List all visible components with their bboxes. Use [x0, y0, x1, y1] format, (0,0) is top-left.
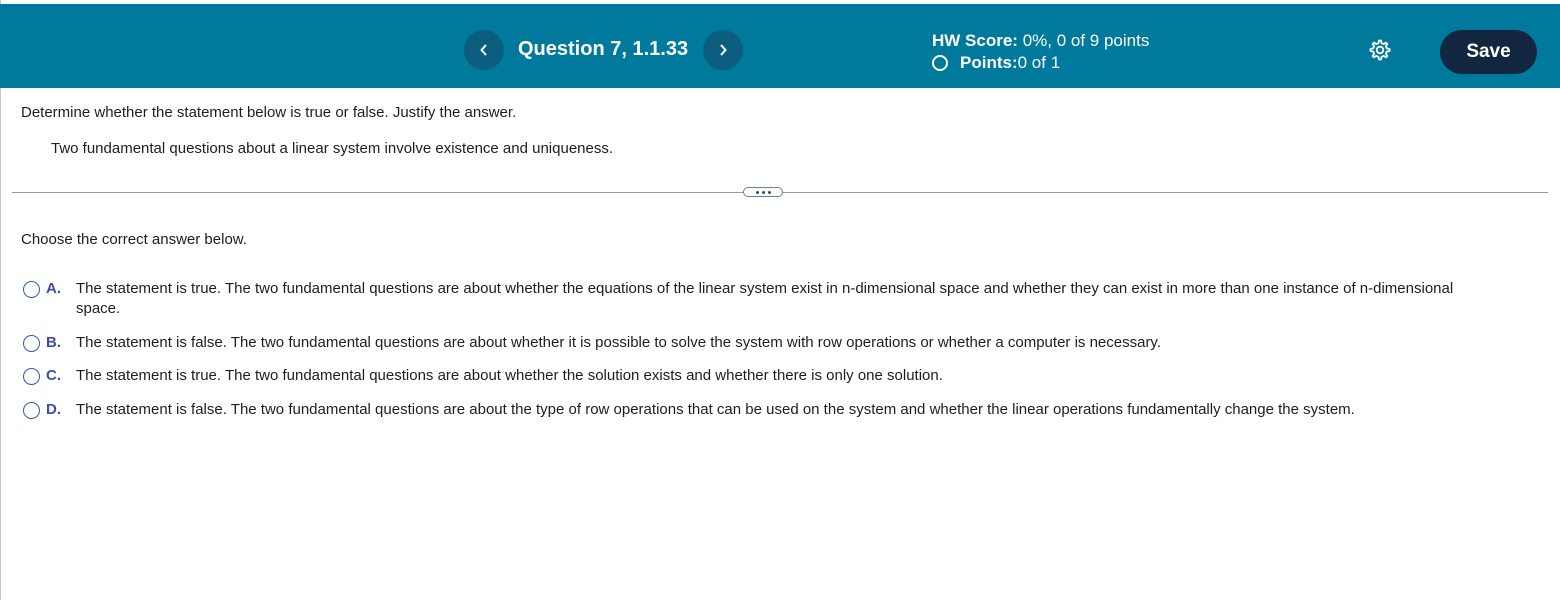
expand-more-button[interactable]	[743, 187, 783, 197]
chevron-right-icon	[720, 44, 727, 56]
question-instruction: Determine whether the statement below is…	[21, 104, 517, 121]
answer-option-a[interactable]: A. The statement is true. The two fundam…	[23, 280, 1456, 319]
option-letter: B.	[46, 334, 61, 351]
radio-button[interactable]	[23, 335, 40, 352]
radio-button[interactable]	[23, 281, 40, 298]
option-letter: A.	[46, 280, 61, 297]
question-statement: Two fundamental questions about a linear…	[51, 140, 614, 157]
choose-prompt: Choose the correct answer below.	[21, 231, 247, 248]
settings-button[interactable]	[1368, 38, 1392, 62]
points-label: Points:	[960, 53, 1018, 72]
points-value: 0 of 1	[1017, 53, 1061, 72]
option-text: The statement is true. The two fundament…	[76, 367, 943, 384]
option-letter: C.	[46, 367, 61, 384]
save-button[interactable]: Save	[1440, 30, 1537, 74]
option-letter: D.	[46, 401, 61, 418]
radio-button[interactable]	[23, 368, 40, 385]
option-text: The statement is true. The two fundament…	[76, 280, 1454, 317]
hw-score-value: 0%, 0 of 9 points	[1017, 31, 1150, 50]
chevron-left-icon	[480, 44, 487, 56]
question-title: Question 7, 1.1.33	[518, 38, 689, 60]
gear-icon	[1369, 39, 1391, 61]
answer-option-b[interactable]: B. The statement is false. The two funda…	[23, 334, 1456, 353]
dot-icon	[767, 190, 771, 194]
answer-option-c[interactable]: C. The statement is true. The two fundam…	[23, 367, 1456, 386]
previous-question-button[interactable]	[464, 30, 504, 70]
points-status: Points: 0 of 1	[932, 53, 1060, 73]
radio-button[interactable]	[23, 402, 40, 419]
question-header: Question 7, 1.1.33 HW Score: 0%, 0 of 9 …	[0, 4, 1560, 88]
next-question-button[interactable]	[703, 30, 743, 70]
hw-score-label: HW Score:	[932, 31, 1018, 50]
left-border	[0, 0, 1, 600]
option-text: The statement is false. The two fundamen…	[76, 401, 1355, 418]
answer-option-d[interactable]: D. The statement is false. The two funda…	[23, 401, 1456, 420]
dot-icon	[755, 190, 759, 194]
dot-icon	[761, 190, 765, 194]
points-status-icon	[932, 55, 948, 71]
hw-score: HW Score: 0%, 0 of 9 points	[932, 31, 1149, 51]
option-text: The statement is false. The two fundamen…	[76, 334, 1161, 351]
